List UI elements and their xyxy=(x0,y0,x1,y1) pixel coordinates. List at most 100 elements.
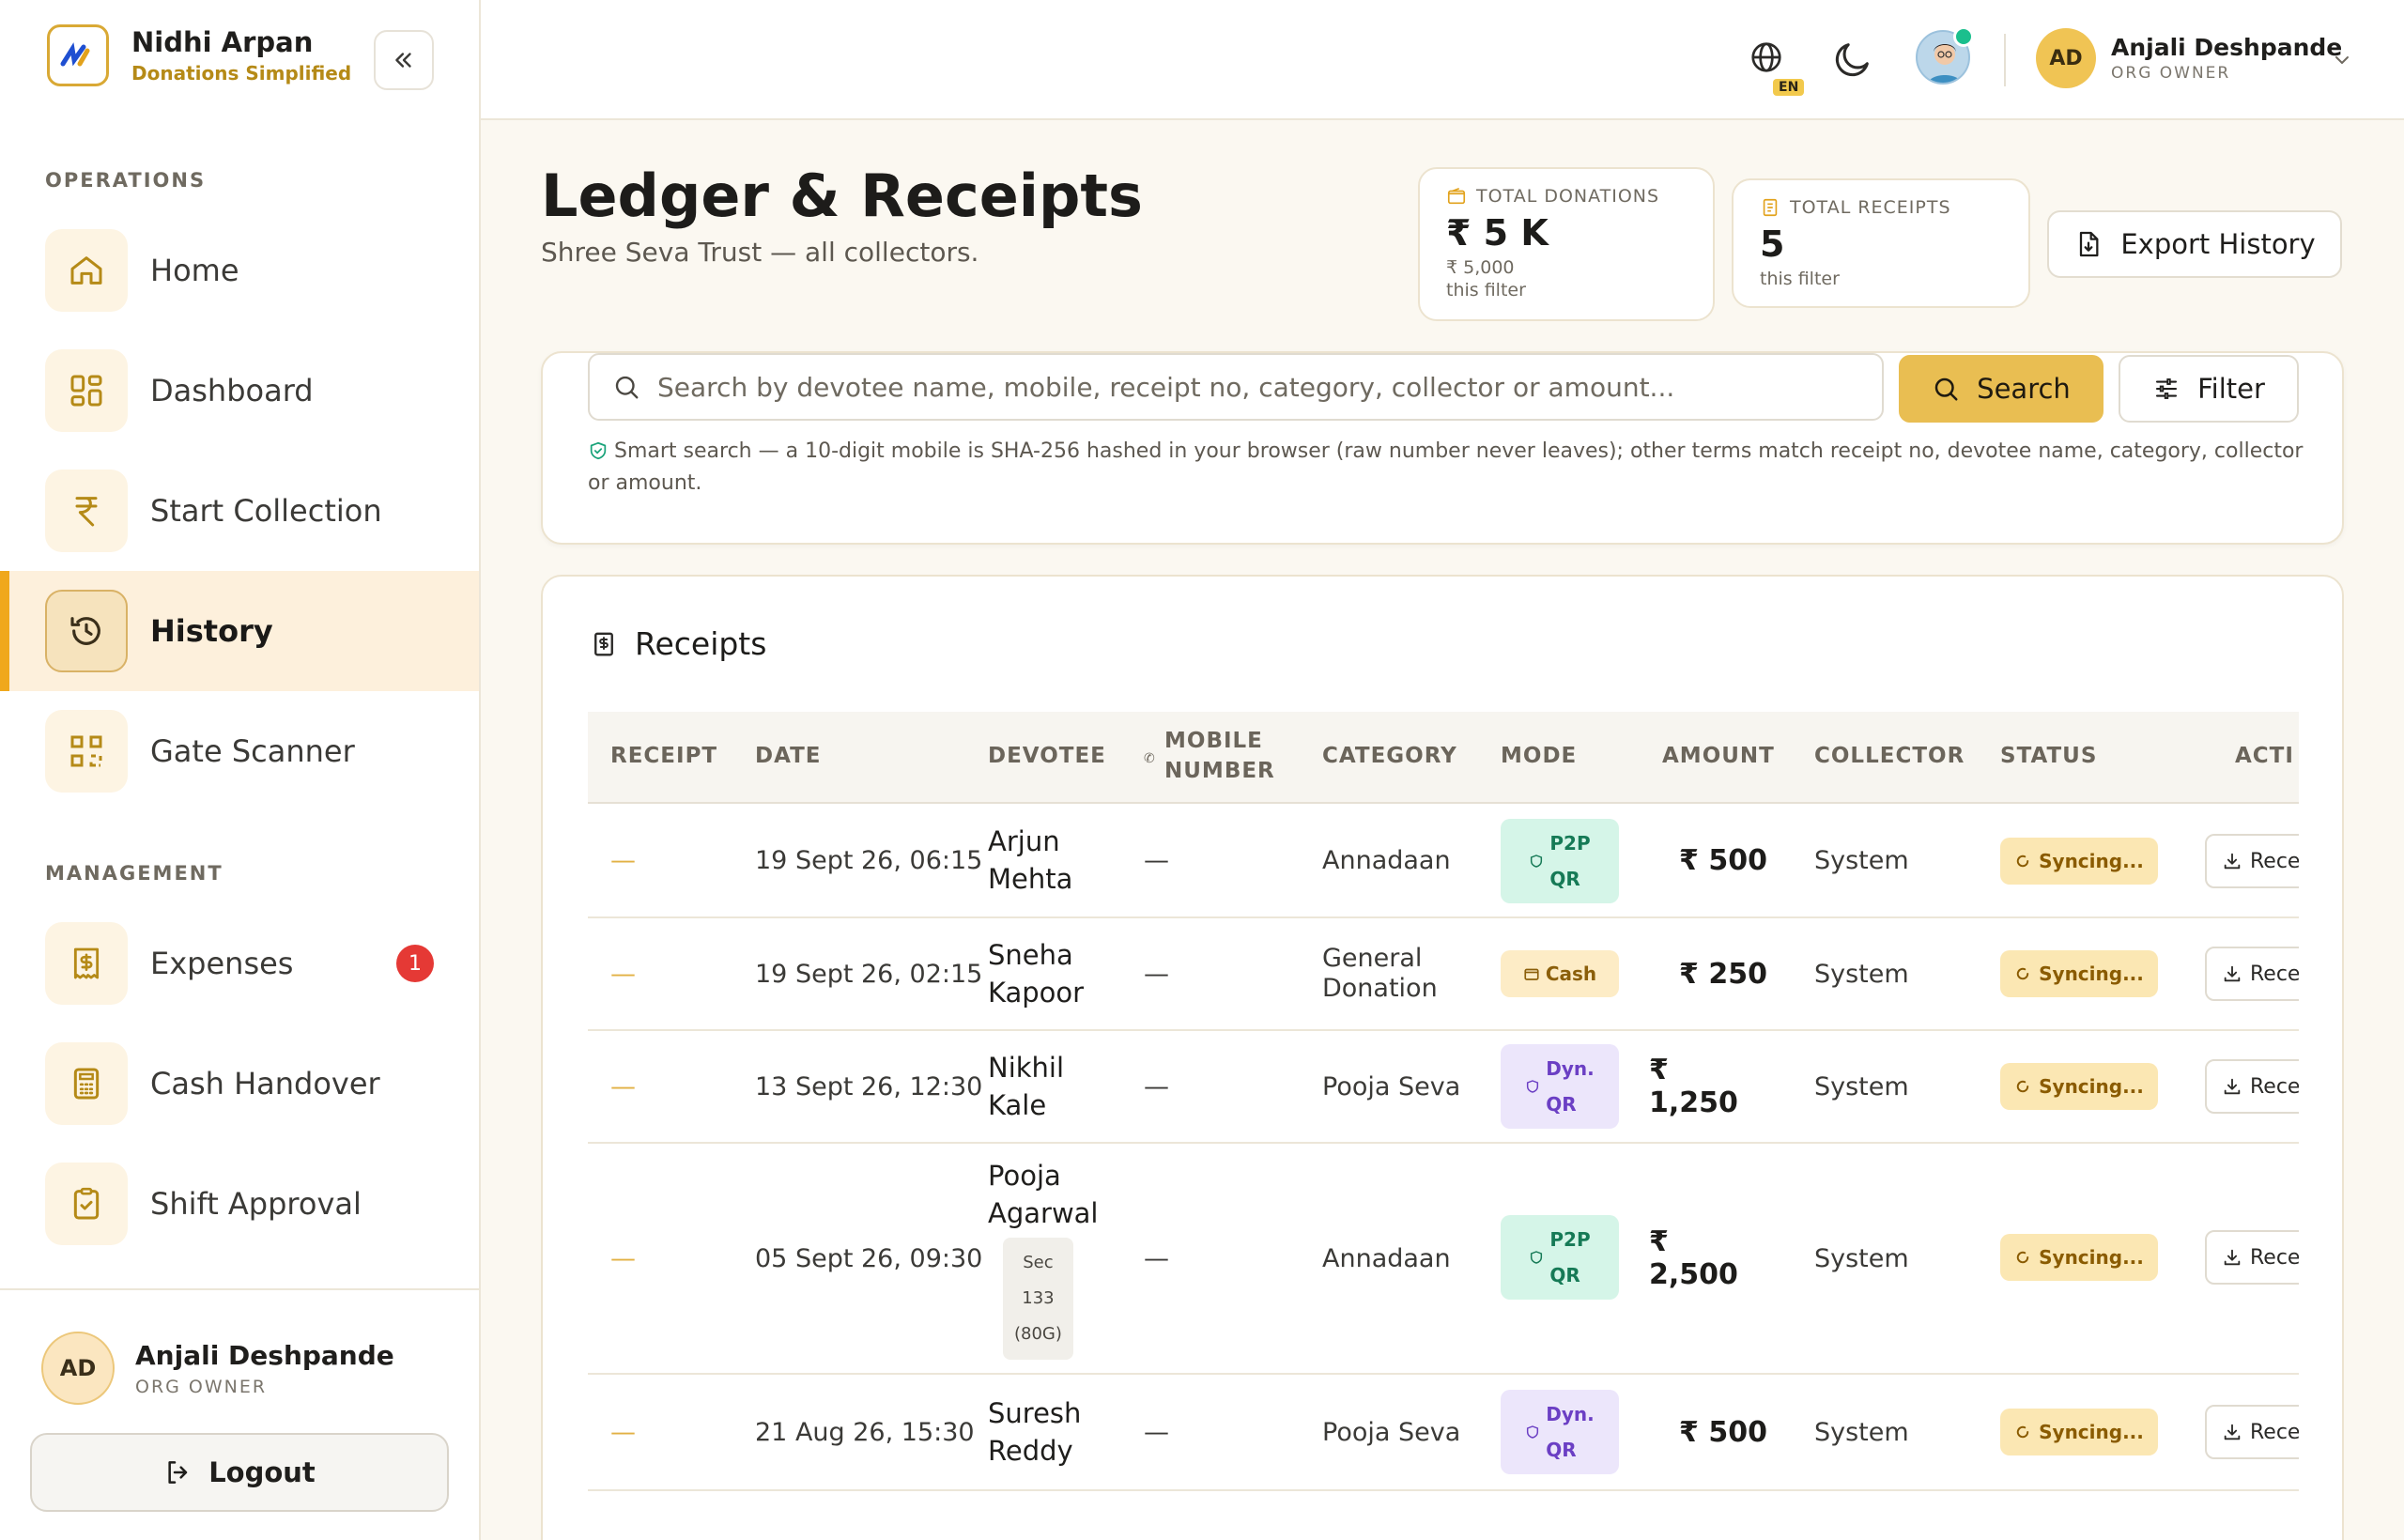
column-header-status[interactable]: STATUS xyxy=(2000,744,2097,768)
devotee-name: Suresh Reddy xyxy=(988,1375,1081,1489)
sidebar-item-label: Start Collection xyxy=(150,493,382,529)
moon-icon[interactable] xyxy=(1831,38,1874,85)
sidebar-item-gate-scanner[interactable]: Gate Scanner xyxy=(0,691,479,811)
mode-line-1: P2P xyxy=(1549,1228,1591,1251)
sidebar-item-dashboard[interactable]: Dashboard xyxy=(0,331,479,451)
search-field[interactable] xyxy=(588,353,1884,421)
download-receipt-button[interactable]: Rece xyxy=(2205,834,2299,888)
footer-user[interactable]: AD Anjali Deshpande ORG OWNER xyxy=(41,1332,394,1405)
status-text: Syncing... xyxy=(2039,1421,2144,1443)
sidebar-item-label: Cash Handover xyxy=(150,1066,380,1101)
receipt-icon xyxy=(45,922,128,1005)
amount: ₹ 500 xyxy=(1679,843,1767,877)
footer-user-name: Anjali Deshpande xyxy=(135,1339,394,1371)
table-row[interactable]: — 05 Sept 26, 09:30 Pooja Agarwal Sec 13… xyxy=(588,1144,2299,1375)
language-badge[interactable]: EN xyxy=(1773,79,1805,96)
status-badge: Syncing... xyxy=(2000,1234,2158,1281)
total-donations-exact: ₹ 5,000 xyxy=(1446,257,1515,278)
wallet-icon xyxy=(1447,187,1466,205)
payment-mode-badge: Cash xyxy=(1501,950,1619,997)
topbar-user-name[interactable]: Anjali Deshpande xyxy=(2111,34,2342,61)
devotee-name: Arjun Mehta xyxy=(988,804,1072,916)
receipts-card: Receipts RECEIPT DATE DEVOTEE ✆ MOBILE N… xyxy=(541,575,2344,1540)
download-receipt-button[interactable]: Rece xyxy=(2205,1059,2299,1114)
collapse-sidebar-button[interactable] xyxy=(374,30,434,90)
sidebar-item-shift-approval[interactable]: Shift Approval xyxy=(0,1144,479,1264)
category: Annadaan xyxy=(1322,1243,1451,1273)
mobile-number: — xyxy=(1144,959,1169,989)
column-header-mobile[interactable]: MOBILE xyxy=(1164,729,1263,753)
receipts-table: RECEIPT DATE DEVOTEE ✆ MOBILE NUMBER CAT… xyxy=(588,712,2299,1540)
action-label: Rece xyxy=(2250,1245,2299,1270)
receipt-date: 13 Sept 26, 12:30 xyxy=(755,1071,983,1101)
logout-button[interactable]: Logout xyxy=(30,1433,449,1512)
search-button-label: Search xyxy=(1977,373,2071,405)
divider xyxy=(2004,34,2006,86)
download-receipt-button[interactable]: Rece xyxy=(2205,1230,2299,1285)
globe-icon[interactable] xyxy=(1749,39,1784,79)
table-row[interactable]: — 19 Sept 26, 02:15 Sneha Kapoor — Gener… xyxy=(588,918,2299,1031)
export-history-button[interactable]: Export History xyxy=(2047,210,2342,278)
column-header-category[interactable]: CATEGORY xyxy=(1322,744,1457,768)
search-input[interactable] xyxy=(657,371,1878,403)
status-badge: Syncing... xyxy=(2000,838,2158,885)
download-icon xyxy=(2224,1078,2241,1095)
loader-icon xyxy=(2016,1251,2029,1264)
sidebar-item-expenses[interactable]: Expenses 1 xyxy=(0,903,479,1024)
table-row[interactable]: — 13 Sept 26, 12:30 Nikhil Kale — Pooja … xyxy=(588,1031,2299,1144)
topbar: EN AD Anjali Deshpande ORG OWNER xyxy=(481,0,2404,120)
tax-exemption-chip: Sec 133 (80G) xyxy=(1003,1238,1073,1360)
category: General Donation xyxy=(1322,918,1438,1029)
sidebar-item-label: Expenses xyxy=(150,946,294,981)
amount: ₹ 500 xyxy=(1679,1415,1767,1449)
status-text: Syncing... xyxy=(2039,1246,2144,1269)
devotee-last-name: Reddy xyxy=(988,1435,1073,1467)
page-title: Ledger & Receipts xyxy=(541,162,1143,230)
column-header-mobile-line2: NUMBER xyxy=(1164,759,1275,783)
search-button[interactable]: Search xyxy=(1899,355,2104,423)
section-label-management: MANAGEMENT xyxy=(45,862,223,885)
column-header-collector[interactable]: COLLECTOR xyxy=(1814,744,1965,768)
brand[interactable]: Nidhi Arpan Donations Simplified xyxy=(47,24,351,86)
avatar[interactable]: AD xyxy=(2036,28,2096,88)
status-badge: Syncing... xyxy=(2000,950,2158,997)
download-icon xyxy=(2224,1249,2241,1266)
sidebar-item-home[interactable]: Home xyxy=(0,210,479,331)
column-header-devotee[interactable]: DEVOTEE xyxy=(988,744,1106,768)
devotee-first-name: Suresh xyxy=(988,1397,1082,1429)
column-header-receipt[interactable]: RECEIPT xyxy=(610,744,717,768)
search-hint: Smart search — a 10-digit mobile is SHA-… xyxy=(588,436,2306,500)
column-header-action[interactable]: ACTI xyxy=(2235,744,2294,768)
download-icon xyxy=(2224,965,2241,982)
column-header-mode[interactable]: MODE xyxy=(1501,744,1577,768)
column-header-date[interactable]: DATE xyxy=(755,744,822,768)
expenses-count-badge: 1 xyxy=(396,945,434,982)
amount: ₹ 2,500 xyxy=(1649,1225,1738,1291)
devotee-last-name: Kale xyxy=(988,1089,1047,1121)
table-row[interactable]: — 19 Sept 26, 06:15 Arjun Mehta — Annada… xyxy=(588,804,2299,918)
download-receipt-button[interactable]: Rece xyxy=(2205,1405,2299,1459)
loader-icon xyxy=(2016,1080,2029,1093)
shield-icon xyxy=(1527,1425,1539,1439)
loader-icon xyxy=(2016,855,2029,868)
action-label: Rece xyxy=(2250,849,2299,873)
download-receipt-button[interactable]: Rece xyxy=(2205,947,2299,1001)
receipt-number: — xyxy=(610,1243,636,1273)
chevron-down-icon[interactable] xyxy=(2331,49,2353,75)
table-row[interactable]: — 21 Aug 26, 15:30 Suresh Reddy — Pooja … xyxy=(588,1375,2299,1491)
sidebar-item-label: Gate Scanner xyxy=(150,733,355,769)
shield-icon xyxy=(1527,1080,1539,1093)
receipt-date: 21 Aug 26, 15:30 xyxy=(755,1417,975,1447)
column-header-amount[interactable]: AMOUNT xyxy=(1662,744,1775,768)
devotee-name: Nikhil Kale xyxy=(988,1031,1064,1142)
sidebar-footer: AD Anjali Deshpande ORG OWNER Logout xyxy=(0,1288,479,1540)
export-label: Export History xyxy=(2120,228,2316,260)
sidebar-item-cash-handover[interactable]: Cash Handover xyxy=(0,1024,479,1144)
sec-line-3: (80G) xyxy=(1014,1324,1062,1344)
sidebar-item-start-collection[interactable]: Start Collection xyxy=(0,451,479,571)
filter-button[interactable]: Filter xyxy=(2119,355,2299,423)
stat-label: TOTAL DONATIONS xyxy=(1476,186,1660,207)
sidebar-item-history[interactable]: History xyxy=(0,571,479,691)
sidebar: Nidhi Arpan Donations Simplified OPERATI… xyxy=(0,0,481,1540)
mode-line-2: QR xyxy=(1546,1439,1577,1461)
